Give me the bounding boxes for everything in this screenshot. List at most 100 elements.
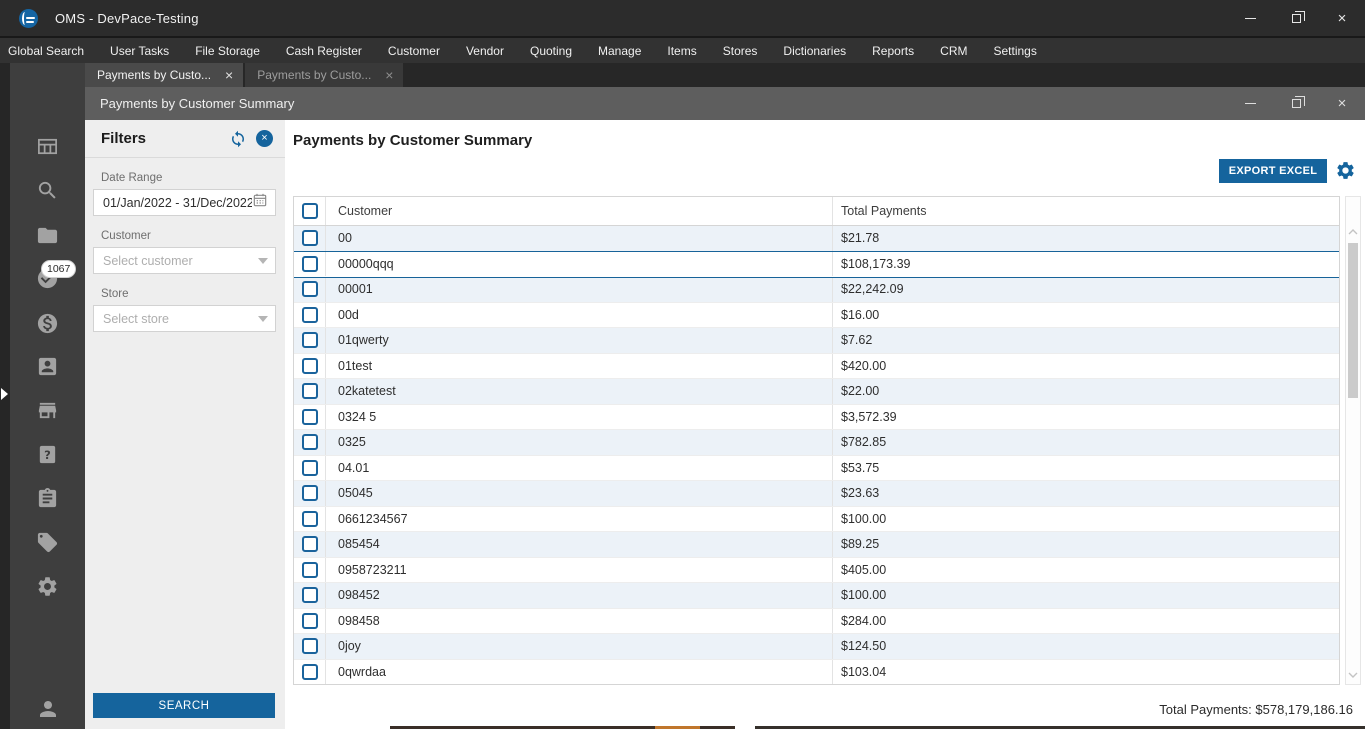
stores-storefront-icon[interactable] [10,399,85,422]
row-checkbox[interactable] [294,455,326,480]
search-button[interactable]: SEARCH [93,693,275,718]
support-question-icon[interactable]: ? [10,443,85,466]
inner-close-button[interactable]: × [1319,87,1365,120]
table-row[interactable]: 0958723211 $405.00 [294,557,1339,583]
inner-window-title: Payments by Customer Summary [100,96,295,111]
table-row[interactable]: 00d $16.00 [294,302,1339,328]
menu-item-manage[interactable]: Manage [585,44,654,58]
table-row[interactable]: 0qwrdaa $103.04 [294,659,1339,684]
customer-select[interactable]: Select customer [93,247,276,274]
user-profile-icon[interactable] [10,697,85,721]
row-checkbox[interactable] [294,557,326,582]
tags-label-icon[interactable] [10,531,85,554]
menu-item-settings[interactable]: Settings [980,44,1049,58]
row-checkbox[interactable] [294,353,326,378]
row-checkbox[interactable] [294,532,326,557]
minimize-button[interactable] [1227,0,1273,36]
row-checkbox[interactable] [294,251,326,276]
date-range-field[interactable] [93,189,276,216]
table-row[interactable]: 05045 $23.63 [294,481,1339,507]
table-row[interactable]: 0325 $782.85 [294,430,1339,456]
table-row[interactable]: 01qwerty $7.62 [294,328,1339,354]
inner-restore-button[interactable] [1273,87,1319,120]
table-row[interactable]: 098452 $100.00 [294,583,1339,609]
menu-item-user-tasks[interactable]: User Tasks [97,44,182,58]
scroll-up-icon[interactable] [1348,229,1358,235]
customer-cell: 00 [326,226,833,251]
customer-cell: 0958723211 [326,557,833,582]
menu-item-cash-register[interactable]: Cash Register [273,44,375,58]
sidebar-expand-handle[interactable] [1,388,8,400]
table-row[interactable]: 085454 $89.25 [294,532,1339,558]
column-header-total-payments[interactable]: Total Payments [833,197,1339,225]
table-row[interactable]: 00000qqq $108,173.39 [294,251,1339,277]
vertical-scrollbar[interactable] [1345,196,1361,685]
table-row[interactable]: 02katetest $22.00 [294,379,1339,405]
total-payments-cell: $3,572.39 [841,409,897,424]
menu-item-reports[interactable]: Reports [859,44,927,58]
refresh-filters-icon[interactable] [229,130,247,148]
tab-payments-by-customer-2[interactable]: Payments by Custo... × [245,63,404,87]
row-checkbox[interactable] [294,634,326,659]
dashboard-icon[interactable] [10,135,85,158]
menu-item-crm[interactable]: CRM [927,44,980,58]
table-row[interactable]: 0joy $124.50 [294,634,1339,660]
tab-payments-by-customer-1[interactable]: Payments by Custo... × [85,63,244,87]
row-checkbox[interactable] [294,404,326,429]
row-checkbox[interactable] [294,302,326,327]
row-checkbox[interactable] [294,583,326,608]
store-select[interactable]: Select store [93,305,276,332]
table-row[interactable]: 098458 $284.00 [294,608,1339,634]
scroll-down-icon[interactable] [1348,672,1358,678]
menu-item-stores[interactable]: Stores [710,44,771,58]
scrollbar-thumb[interactable] [1348,243,1358,398]
row-checkbox[interactable] [294,430,326,455]
settings-gear-icon[interactable] [10,575,85,598]
total-payments-cell: $100.00 [841,511,887,526]
row-checkbox[interactable] [294,481,326,506]
restore-button[interactable] [1273,0,1319,36]
customer-cell: 00d [326,302,833,327]
orders-clipboard-icon[interactable] [10,487,85,510]
menu-item-file-storage[interactable]: File Storage [182,44,273,58]
table-row[interactable]: 0661234567 $100.00 [294,506,1339,532]
select-all-checkbox[interactable] [294,197,326,225]
table-row[interactable]: 04.01 $53.75 [294,455,1339,481]
row-checkbox[interactable] [294,659,326,684]
menu-item-items[interactable]: Items [654,44,709,58]
date-range-input[interactable] [103,195,252,210]
total-payments-cell: $103.04 [841,664,887,679]
payments-dollar-icon[interactable] [10,312,85,335]
customer-cell: 0joy [326,634,833,659]
tab-close-icon[interactable]: × [385,68,393,82]
search-icon[interactable] [10,179,85,202]
inner-minimize-button[interactable] [1227,87,1273,120]
table-row[interactable]: 00 $21.78 [294,226,1339,252]
table-row[interactable]: 0324 5 $3,572.39 [294,404,1339,430]
menu-item-global-search[interactable]: Global Search [0,44,97,58]
grid-settings-gear-icon[interactable] [1335,160,1356,186]
clear-filters-icon[interactable]: × [256,130,273,147]
payments-table: Customer Total Payments 00 $21.78 00000qqq… [293,196,1340,685]
menu-item-vendor[interactable]: Vendor [453,44,517,58]
table-row[interactable]: 01test $420.00 [294,353,1339,379]
documents-folder-icon[interactable] [10,224,85,247]
menu-item-customer[interactable]: Customer [375,44,453,58]
table-row[interactable]: 00001 $22,242.09 [294,277,1339,303]
export-excel-button[interactable]: EXPORT EXCEL [1219,159,1327,183]
calendar-icon[interactable] [252,192,268,213]
customers-contact-icon[interactable] [10,355,85,378]
row-checkbox[interactable] [294,608,326,633]
menu-item-dictionaries[interactable]: Dictionaries [770,44,859,58]
row-checkbox[interactable] [294,277,326,302]
row-checkbox[interactable] [294,379,326,404]
row-checkbox[interactable] [294,506,326,531]
row-checkbox[interactable] [294,328,326,353]
column-header-customer[interactable]: Customer [326,197,833,225]
chevron-down-icon [258,315,268,322]
menu-item-quoting[interactable]: Quoting [517,44,585,58]
close-button[interactable]: × [1319,0,1365,36]
tab-close-icon[interactable]: × [225,68,233,82]
row-checkbox[interactable] [294,226,326,251]
filters-panel: Filters × Date Range Customer Select cus… [85,120,285,729]
